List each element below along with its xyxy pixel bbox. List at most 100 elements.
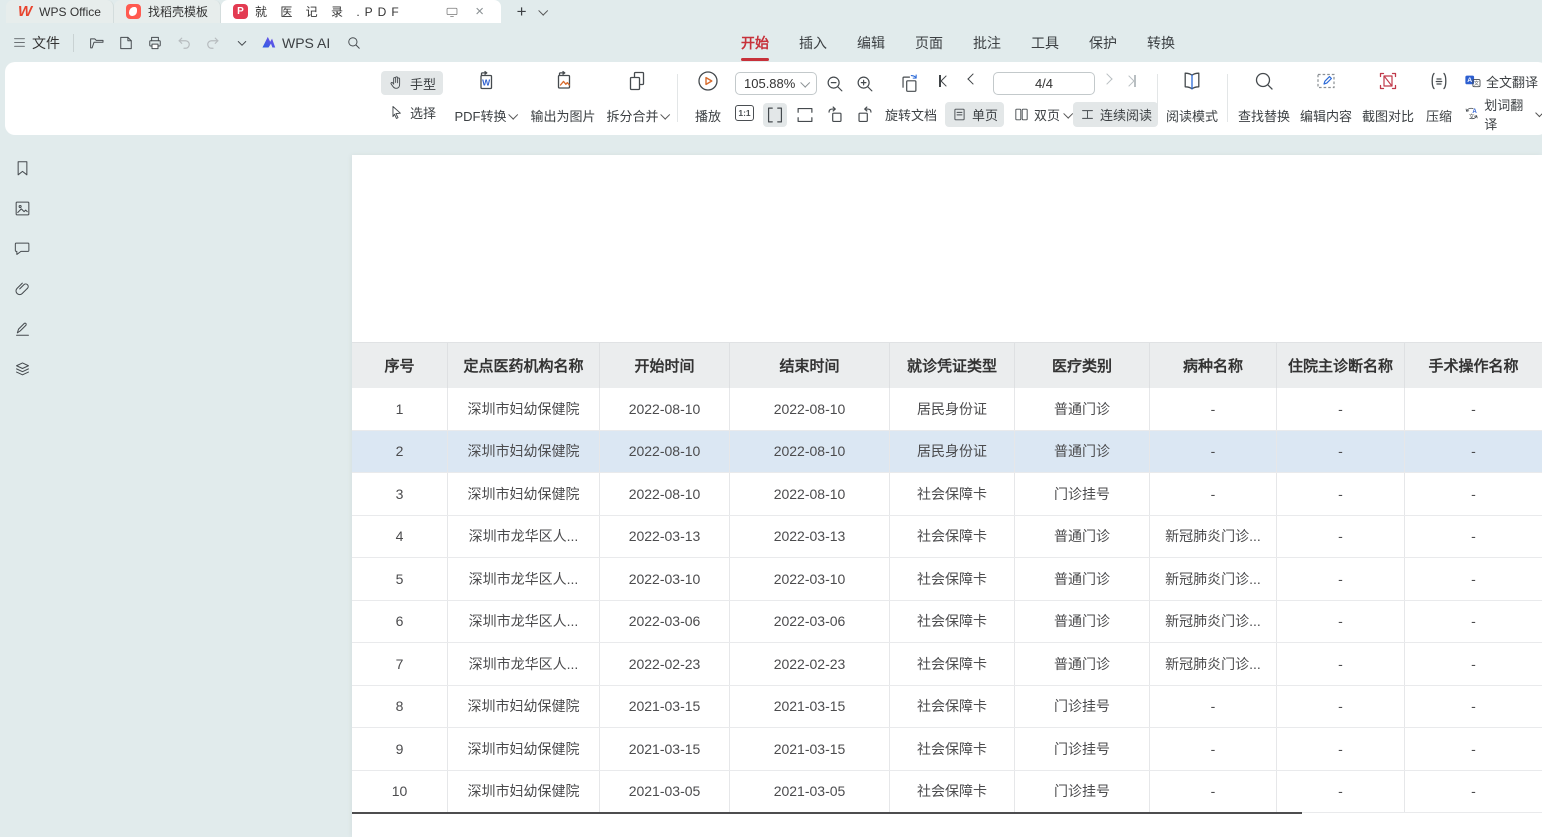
- menu-item-编辑[interactable]: 编辑: [842, 23, 900, 62]
- table-cell: 8: [352, 686, 448, 728]
- page-number-input[interactable]: 4/4: [993, 72, 1095, 95]
- tab-wps-office[interactable]: W WPS Office: [6, 0, 114, 23]
- table-row: 1深圳市妇幼保健院2022-08-102022-08-10居民身份证普通门诊--…: [352, 388, 1542, 431]
- find-replace-icon: [1252, 69, 1276, 93]
- redo-icon[interactable]: [203, 33, 223, 53]
- compress-label: 压缩: [1426, 106, 1452, 125]
- table-cell: -: [1277, 558, 1405, 600]
- wps-ai-logo-icon: [262, 37, 275, 48]
- signature-icon[interactable]: [13, 319, 32, 338]
- edit-content-button[interactable]: 编辑内容: [1295, 69, 1357, 127]
- menu-item-页面[interactable]: 页面: [900, 23, 958, 62]
- new-tab-button[interactable]: +: [517, 3, 527, 20]
- attachments-icon[interactable]: [13, 279, 32, 298]
- table-cell: -: [1277, 686, 1405, 728]
- tab-list-chevron-icon[interactable]: [538, 6, 548, 16]
- table-cell: 普通门诊: [1015, 601, 1150, 643]
- menu-item-批注[interactable]: 批注: [958, 23, 1016, 62]
- zoom-in-button[interactable]: [853, 72, 877, 96]
- menu-item-工具[interactable]: 工具: [1016, 23, 1074, 62]
- docer-icon: [126, 4, 141, 19]
- print-icon[interactable]: [145, 33, 165, 53]
- single-page-button[interactable]: 单页: [945, 102, 1004, 127]
- edit-content-icon: [1314, 69, 1338, 93]
- thumbnails-icon[interactable]: [13, 199, 32, 218]
- reading-mode-label: 阅读模式: [1166, 106, 1218, 125]
- select-tool-button[interactable]: 选择: [381, 100, 443, 124]
- menu-item-保护[interactable]: 保护: [1074, 23, 1132, 62]
- table-cell: 门诊挂号: [1015, 686, 1150, 728]
- menu-item-插入[interactable]: 插入: [784, 23, 842, 62]
- open-file-icon[interactable]: [87, 33, 107, 53]
- layers-icon[interactable]: [13, 359, 32, 378]
- zoom-level-select[interactable]: 105.88%: [735, 72, 817, 95]
- find-replace-button[interactable]: 查找替换: [1233, 69, 1295, 127]
- table-cell: -: [1277, 601, 1405, 643]
- last-page-button[interactable]: [1125, 75, 1136, 87]
- rotate-document-button[interactable]: 旋转文档: [885, 105, 937, 124]
- table-cell: 2021-03-15: [600, 686, 730, 728]
- table-cell: 2022-08-10: [730, 431, 890, 473]
- chevron-down-icon: [1535, 108, 1542, 118]
- fit-page-icon: [794, 104, 816, 126]
- first-page-button[interactable]: [939, 75, 950, 87]
- table-row: 5深圳市龙华区人...2022-03-102022-03-10社会保障卡普通门诊…: [352, 558, 1542, 601]
- split-merge-icon: [625, 69, 649, 93]
- tab-document[interactable]: P 就 医 记 录 .PDF ×: [221, 0, 501, 23]
- word-translate-button[interactable]: 文A 划词翻译: [1457, 101, 1542, 126]
- fit-width-icon: [764, 104, 786, 126]
- table-cell: -: [1277, 643, 1405, 685]
- menu-item-开始[interactable]: 开始: [726, 23, 784, 62]
- table-cell: -: [1405, 771, 1542, 813]
- reading-mode-button[interactable]: 阅读模式: [1161, 69, 1223, 127]
- play-button[interactable]: 播放: [685, 69, 731, 127]
- pdf-convert-button[interactable]: W PDF转换: [449, 69, 521, 127]
- zoom-out-button[interactable]: [823, 72, 847, 96]
- table-row: 9深圳市妇幼保健院2021-03-152021-03-15社会保障卡门诊挂号--…: [352, 728, 1542, 771]
- screenshot-compare-button[interactable]: 截图对比: [1357, 69, 1419, 127]
- full-text-translate-button[interactable]: A文 全文翻译: [1457, 69, 1542, 94]
- medical-records-table: 序号定点医药机构名称开始时间结束时间就诊凭证类型医疗类别病种名称住院主诊断名称手…: [352, 342, 1542, 814]
- wps-ai-button[interactable]: WPS AI: [260, 34, 330, 51]
- table-cell: -: [1405, 473, 1542, 515]
- split-merge-button[interactable]: 拆分合并: [601, 69, 673, 127]
- previous-page-button[interactable]: [969, 75, 977, 83]
- table-cell: 2022-08-10: [600, 431, 730, 473]
- save-icon[interactable]: [116, 33, 136, 53]
- bookmarks-icon[interactable]: [13, 159, 32, 178]
- hand-tool-button[interactable]: 手型: [381, 71, 443, 95]
- eye-protect-monitor-icon[interactable]: [443, 3, 461, 21]
- rotate-right-button[interactable]: [853, 103, 877, 127]
- compress-button[interactable]: 压缩: [1417, 69, 1461, 127]
- tab-docer-templates[interactable]: 找稻壳模板: [114, 0, 221, 23]
- more-actions-chevron-icon[interactable]: [232, 33, 252, 53]
- table-cell: 7: [352, 643, 448, 685]
- export-image-button[interactable]: 输出为图片: [523, 69, 603, 127]
- table-cell: 深圳市妇幼保健院: [448, 728, 600, 770]
- actual-size-button[interactable]: 1:1: [735, 105, 754, 121]
- table-cell: 深圳市妇幼保健院: [448, 473, 600, 515]
- table-cell: 深圳市妇幼保健院: [448, 771, 600, 813]
- fit-width-button[interactable]: [763, 103, 787, 127]
- next-page-button[interactable]: [1103, 75, 1111, 83]
- file-menu-button[interactable]: 文件: [12, 33, 60, 53]
- close-tab-icon[interactable]: ×: [471, 3, 489, 21]
- table-header-cell: 手术操作名称: [1405, 343, 1542, 388]
- table-cell: 2022-03-13: [600, 516, 730, 558]
- undo-icon[interactable]: [174, 33, 194, 53]
- continuous-reading-button[interactable]: 连续阅读: [1073, 102, 1158, 127]
- rotate-pages-button[interactable]: [895, 70, 923, 98]
- table-cell: 10: [352, 771, 448, 813]
- search-icon[interactable]: [344, 33, 364, 53]
- menu-item-转换[interactable]: 转换: [1132, 23, 1190, 62]
- comments-icon[interactable]: [13, 239, 32, 258]
- table-cell: -: [1150, 686, 1277, 728]
- pdf-page[interactable]: 序号定点医药机构名称开始时间结束时间就诊凭证类型医疗类别病种名称住院主诊断名称手…: [352, 155, 1542, 837]
- document-title: 就 医 记 录 .PDF: [255, 3, 404, 20]
- double-page-button[interactable]: 双页: [1007, 102, 1077, 127]
- full-translate-icon: A文: [1463, 72, 1482, 91]
- table-body: 1深圳市妇幼保健院2022-08-102022-08-10居民身份证普通门诊--…: [352, 388, 1542, 813]
- rotate-left-button[interactable]: [823, 103, 847, 127]
- full-text-translate-label: 全文翻译: [1486, 72, 1538, 91]
- fit-page-button[interactable]: [793, 103, 817, 127]
